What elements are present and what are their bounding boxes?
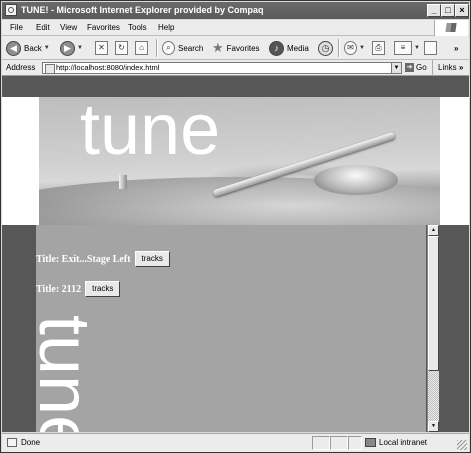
toolbar-overflow-chevron[interactable]: »: [454, 39, 458, 57]
song-list: Title: Exit...Stage Left tracks Title: 2…: [36, 225, 426, 432]
banner-left-margin: [2, 97, 39, 225]
favorites-button[interactable]: ★ Favorites: [212, 39, 260, 57]
chevron-down-icon[interactable]: ▼: [44, 45, 50, 51]
intranet-icon: [365, 438, 376, 448]
ie-app-icon[interactable]: [5, 4, 17, 16]
forward-arrow-icon: ▶: [60, 40, 75, 56]
edit-button[interactable]: ≡ ▼: [394, 39, 420, 57]
page-icon: [45, 64, 55, 74]
maximize-button[interactable]: □: [441, 4, 455, 17]
banner-frame: tune: [2, 97, 469, 225]
menu-view[interactable]: View: [60, 20, 77, 36]
back-button[interactable]: ◀ Back ▼: [6, 39, 50, 57]
search-icon: ⌕: [162, 41, 175, 55]
status-pane: [312, 436, 330, 450]
song-title: Title: Exit...Stage Left: [36, 253, 131, 265]
media-label: Media: [287, 43, 309, 53]
banner-right-margin: [440, 97, 469, 225]
song-row: Title: 2112 tracks: [36, 281, 121, 297]
song-title: Title: 2112: [36, 283, 82, 295]
status-text: Done: [21, 438, 41, 447]
media-button[interactable]: ♪ Media: [269, 39, 309, 57]
resize-grip-icon[interactable]: [457, 440, 467, 450]
go-arrow-icon: ➔: [405, 63, 414, 73]
mail-icon: ✉: [344, 41, 357, 55]
page-content: tune Title: Exit...Stage Left tracks Tit…: [2, 76, 469, 432]
menu-edit[interactable]: Edit: [36, 20, 50, 36]
history-icon: ◷: [318, 40, 333, 56]
tracks-button[interactable]: tracks: [134, 251, 170, 267]
stop-button[interactable]: ✕: [95, 39, 108, 57]
edit-page-icon: ≡: [394, 41, 412, 55]
address-dropdown-button[interactable]: ▼: [391, 62, 402, 74]
menu-help[interactable]: Help: [158, 20, 174, 36]
go-button[interactable]: ➔ Go: [405, 60, 427, 76]
vertical-logo-text: tune: [36, 315, 104, 432]
home-icon: ⌂: [135, 41, 148, 55]
page-done-icon: [7, 438, 17, 447]
address-label: Address: [6, 63, 36, 72]
title-bar: TUNE! - Microsoft Internet Explorer prov…: [2, 2, 469, 19]
menu-favorites[interactable]: Favorites: [87, 20, 120, 36]
top-frame-strip: [2, 76, 469, 97]
status-pane: [348, 436, 362, 450]
stop-icon: ✕: [95, 41, 108, 55]
media-icon: ♪: [269, 40, 284, 56]
toolbar-separator: [156, 39, 158, 57]
scroll-thumb[interactable]: [428, 236, 439, 371]
print-icon: ⎙: [372, 41, 385, 55]
links-overflow-chevron[interactable]: »: [459, 63, 463, 72]
close-button[interactable]: ×: [455, 4, 469, 17]
address-input[interactable]: http://localhost:8080/index.html: [42, 62, 392, 74]
vertical-scrollbar[interactable]: ▲ ▼: [427, 225, 439, 432]
mail-button[interactable]: ✉ ▼: [344, 39, 365, 57]
browser-window: TUNE! - Microsoft Internet Explorer prov…: [0, 0, 471, 453]
back-arrow-icon: ◀: [6, 40, 21, 56]
toolbar-separator: [338, 39, 340, 57]
links-button[interactable]: Links »: [432, 60, 463, 76]
refresh-icon: ↻: [115, 41, 128, 55]
links-label: Links: [438, 63, 457, 72]
discuss-button[interactable]: [424, 39, 437, 57]
scroll-up-arrow-icon[interactable]: ▲: [428, 225, 439, 236]
print-button[interactable]: ⎙: [372, 39, 385, 57]
menu-tools[interactable]: Tools: [128, 20, 147, 36]
scroll-down-arrow-icon[interactable]: ▼: [428, 421, 439, 432]
back-label: Back: [24, 43, 42, 53]
security-zone: Local intranet: [365, 434, 427, 451]
address-url[interactable]: http://localhost:8080/index.html: [56, 63, 159, 73]
go-label: Go: [416, 63, 427, 72]
windows-logo-icon: [434, 20, 468, 36]
chevron-down-icon[interactable]: ▼: [414, 45, 420, 51]
banner-logo-text: tune: [80, 97, 221, 170]
standard-toolbar: ◀ Back ▼ ▶ ▼ ✕ ↻ ⌂ ⌕ Search ★ Favorites …: [2, 36, 469, 60]
address-bar: Address http://localhost:8080/index.html…: [2, 60, 469, 76]
tonearm-base: [314, 165, 398, 195]
minimize-button[interactable]: _: [427, 4, 441, 17]
turntable-photo: tune: [39, 97, 440, 225]
song-row: Title: Exit...Stage Left tracks: [36, 251, 170, 267]
song-list-frame: Title: Exit...Stage Left tracks Title: 2…: [2, 225, 469, 432]
menu-bar: File Edit View Favorites Tools Help: [2, 20, 469, 36]
zone-label: Local intranet: [379, 438, 428, 447]
turntable-spindle: [119, 175, 127, 189]
menu-file[interactable]: File: [10, 20, 23, 36]
search-button[interactable]: ⌕ Search: [162, 39, 203, 57]
favorites-label: Favorites: [226, 43, 260, 53]
home-button[interactable]: ⌂: [135, 39, 148, 57]
tracks-button[interactable]: tracks: [85, 281, 121, 297]
forward-button[interactable]: ▶ ▼: [60, 39, 83, 57]
search-label: Search: [178, 43, 204, 53]
discuss-icon: [424, 41, 437, 55]
history-button[interactable]: ◷: [318, 39, 333, 57]
chevron-down-icon[interactable]: ▼: [77, 45, 83, 51]
refresh-button[interactable]: ↻: [115, 39, 128, 57]
scroll-track[interactable]: [428, 371, 439, 421]
status-bar: Done Local intranet: [2, 433, 469, 452]
status-pane: [330, 436, 348, 450]
star-icon: ★: [212, 40, 224, 55]
chevron-down-icon[interactable]: ▼: [359, 45, 365, 51]
window-title: TUNE! - Microsoft Internet Explorer prov…: [21, 5, 264, 15]
